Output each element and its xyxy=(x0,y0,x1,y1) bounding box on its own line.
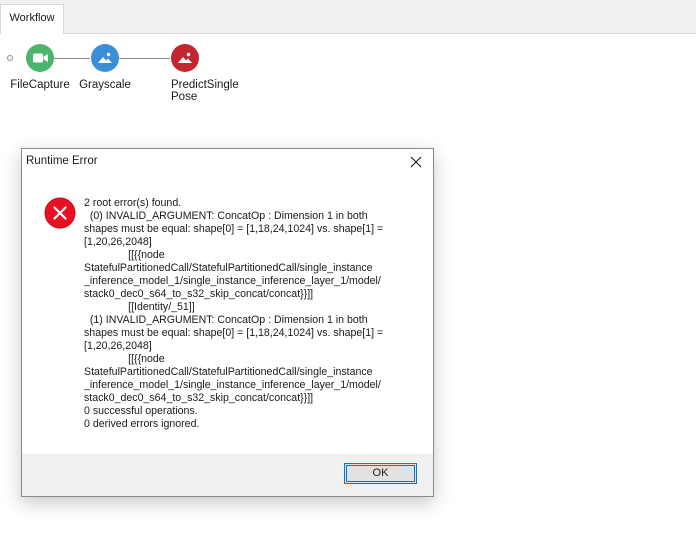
tab-strip: Workflow xyxy=(0,0,696,34)
tab-workflow[interactable]: Workflow xyxy=(0,4,64,33)
node-predictsinglepose[interactable]: PredictSingle Pose xyxy=(135,44,239,103)
tab-active-indicator xyxy=(1,32,63,34)
image-icon xyxy=(91,44,119,72)
image-icon xyxy=(171,44,199,72)
close-icon xyxy=(410,156,422,168)
video-camera-icon xyxy=(26,44,54,72)
close-button[interactable] xyxy=(404,152,428,172)
node-label: PredictSingle Pose xyxy=(171,79,239,103)
dialog-footer: OK xyxy=(22,454,433,496)
dialog-title: Runtime Error xyxy=(26,155,98,167)
error-icon xyxy=(44,197,76,229)
ok-button[interactable]: OK xyxy=(344,463,417,484)
runtime-error-dialog: Runtime Error 2 root error(s) found. (0)… xyxy=(21,148,434,497)
error-message: 2 root error(s) found. (0) INVALID_ARGUM… xyxy=(84,197,384,430)
